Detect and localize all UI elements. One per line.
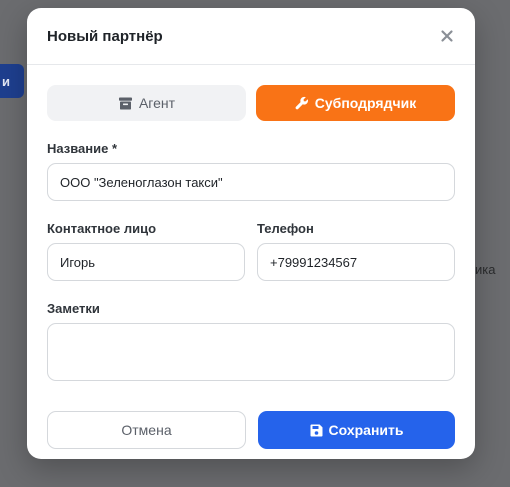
partner-type-toggle: Агент Субподрядчик: [47, 85, 455, 121]
dialog-header: Новый партнёр: [27, 8, 475, 65]
store-icon: [118, 97, 132, 109]
contact-phone-row: Контактное лицо Телефон: [47, 221, 455, 281]
floppy-disk-icon: [310, 424, 323, 436]
dialog-footer: Отмена Сохранить: [47, 411, 455, 449]
name-field-group: Название *: [47, 141, 455, 201]
notes-field-group: Заметки: [47, 301, 455, 386]
background-text-fragment: ика: [475, 262, 496, 277]
wrench-icon: [295, 96, 308, 110]
close-button[interactable]: [439, 28, 455, 44]
dialog-body: Агент Субподрядчик Название * Контактное…: [27, 65, 475, 449]
phone-field-group: Телефон: [257, 221, 455, 281]
close-icon: [441, 30, 453, 42]
contact-field-group: Контактное лицо: [47, 221, 245, 281]
contact-label: Контактное лицо: [47, 221, 157, 236]
background-button-label: и: [2, 73, 10, 89]
contact-input[interactable]: [47, 243, 245, 281]
phone-input[interactable]: [257, 243, 455, 281]
phone-label: Телефон: [257, 221, 314, 236]
notes-textarea[interactable]: [47, 323, 455, 381]
agent-type-button[interactable]: Агент: [47, 85, 246, 121]
name-label: Название *: [47, 141, 118, 156]
subcontractor-type-label: Субподрядчик: [314, 95, 417, 111]
cancel-button-label: Отмена: [121, 422, 172, 438]
save-button-label: Сохранить: [328, 422, 404, 438]
save-button[interactable]: Сохранить: [258, 411, 455, 449]
agent-type-label: Агент: [138, 95, 176, 111]
notes-label: Заметки: [47, 301, 100, 316]
cancel-button[interactable]: Отмена: [47, 411, 246, 449]
subcontractor-type-button[interactable]: Субподрядчик: [256, 85, 455, 121]
new-partner-dialog: Новый партнёр Агент Субподрядчик Названи…: [27, 8, 475, 459]
background-button-fragment: и: [0, 64, 24, 98]
name-input[interactable]: [47, 163, 455, 201]
dialog-title: Новый партнёр: [47, 27, 163, 45]
